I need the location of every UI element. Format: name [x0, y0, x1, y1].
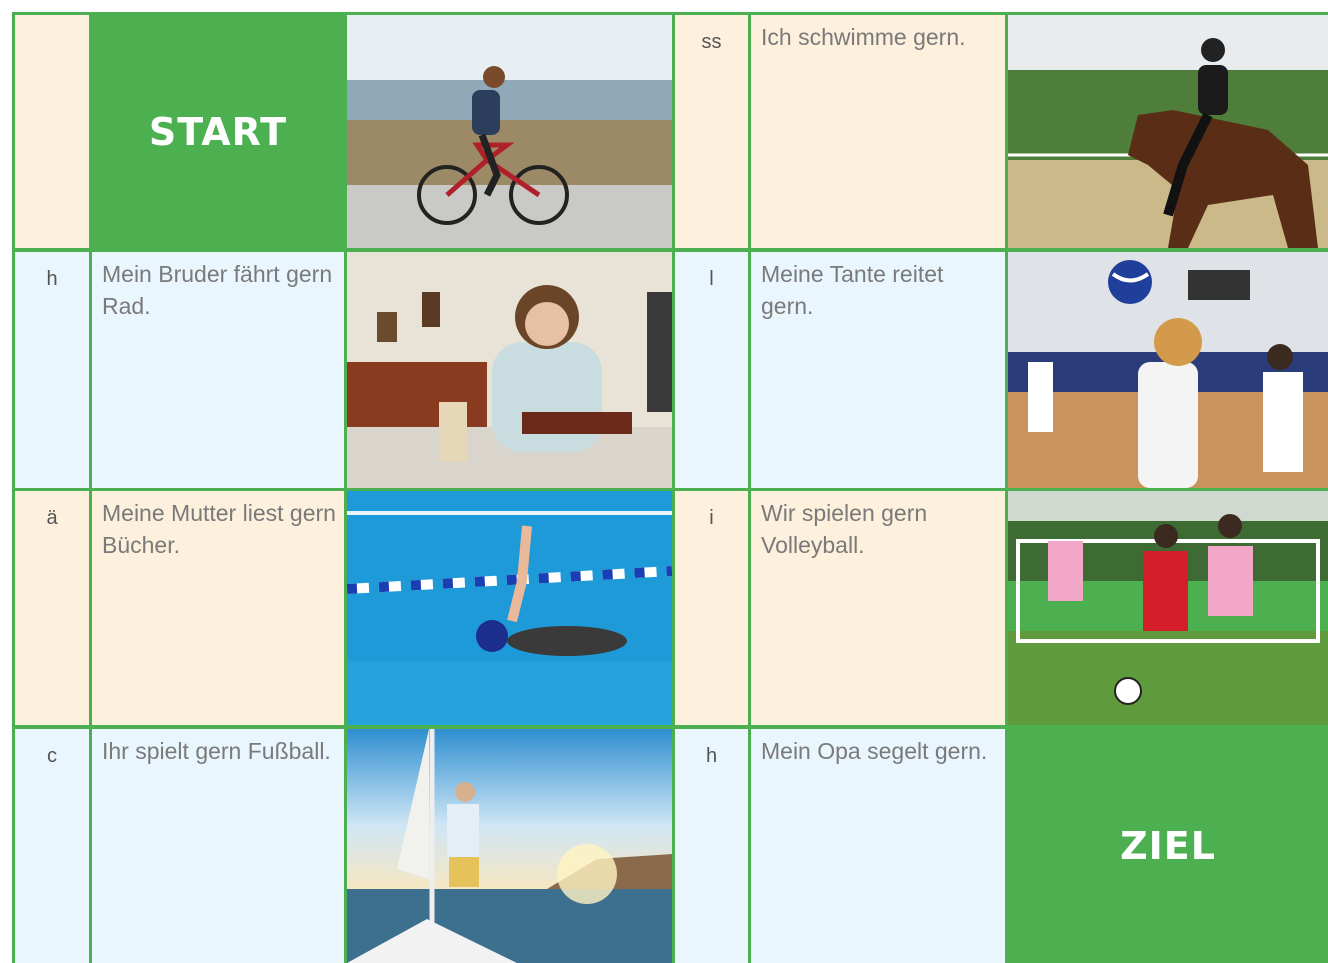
goal-field: ZIEL: [1008, 729, 1328, 963]
start-field: START: [92, 15, 344, 248]
swimming-photo: [347, 491, 672, 725]
sentence-cell: Wir spielen gern Volleyball.: [751, 491, 1005, 725]
reading-photo: [347, 252, 672, 488]
letter-cell-empty: [15, 15, 89, 248]
letter-cell: l: [675, 252, 748, 488]
sentence-cell: Ich schwimme gern.: [751, 15, 1005, 248]
sentence-cell: Mein Opa segelt gern.: [751, 729, 1005, 963]
letter-cell: i: [675, 491, 748, 725]
volleyball-photo: [1008, 252, 1328, 488]
letter-cell: ss: [675, 15, 748, 248]
letter-cell: h: [15, 252, 89, 488]
sailing-photo: [347, 729, 672, 963]
game-board: START ss Ich schwimme gern. h Mein Brude…: [0, 0, 1328, 963]
start-label: START: [148, 109, 288, 154]
sentence-cell: Mein Bruder fährt gern Rad.: [92, 252, 344, 488]
goal-label: ZIEL: [1120, 824, 1216, 868]
sentence-cell: Meine Tante reitet gern.: [751, 252, 1005, 488]
football-photo: [1008, 491, 1328, 725]
letter-cell: ä: [15, 491, 89, 725]
sentence-cell: Ihr spielt gern Fußball.: [92, 729, 344, 963]
sentence-cell: Meine Mutter liest gern Bücher.: [92, 491, 344, 725]
cycling-photo: [347, 15, 672, 248]
letter-cell: c: [15, 729, 89, 963]
horse-riding-photo: [1008, 15, 1328, 248]
letter-cell: h: [675, 729, 748, 963]
